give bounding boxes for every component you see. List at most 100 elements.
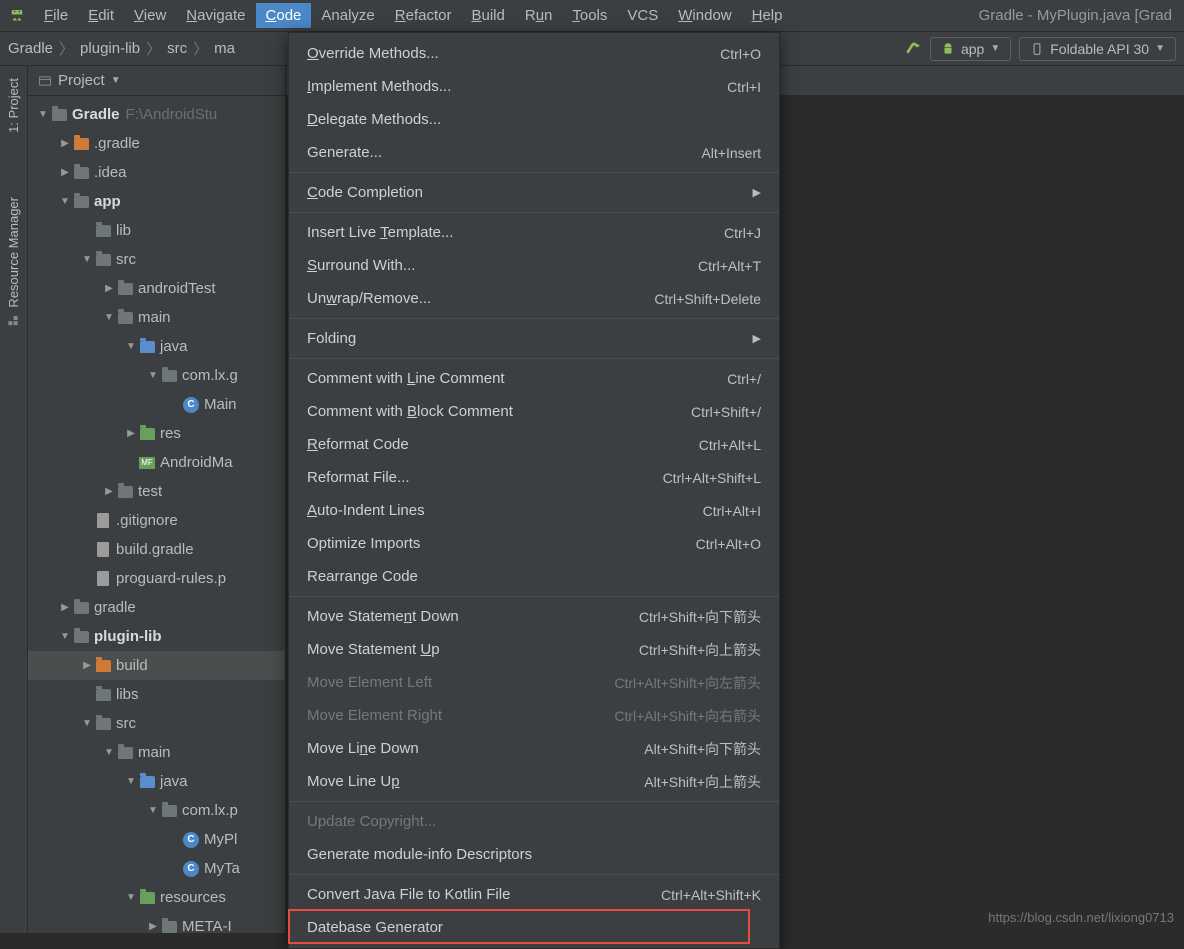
menu-window[interactable]: Window [668,3,741,28]
menu-vcs[interactable]: VCS [617,3,668,28]
tree-twisty-icon[interactable]: ▼ [80,718,94,729]
menu-help[interactable]: Help [742,3,793,28]
tree-node[interactable]: ▶META-I [28,912,285,933]
menu-item[interactable]: Rearrange Code [289,560,779,593]
menu-item[interactable]: Reformat CodeCtrl+Alt+L [289,428,779,461]
folder-icon [160,802,178,820]
menu-item[interactable]: Reformat File...Ctrl+Alt+Shift+L [289,461,779,494]
menu-analyze[interactable]: Analyze [311,3,384,28]
menu-build[interactable]: Build [461,3,514,28]
gutter-tab-resource-manager[interactable]: Resource Manager [4,191,23,334]
tree-node[interactable]: ▶res [28,419,285,448]
tree-twisty-icon[interactable]: ▼ [124,776,138,787]
tree-node[interactable]: ▼main [28,738,285,767]
tree-twisty-icon[interactable]: ▼ [58,631,72,642]
menu-item[interactable]: Generate module-info Descriptors [289,838,779,871]
tree-node[interactable]: ▶androidTest [28,274,285,303]
tree-twisty-icon[interactable]: ▶ [102,283,116,294]
submenu-arrow-icon: ▶ [753,332,761,345]
tree-node[interactable]: MFAndroidMa [28,448,285,477]
tree-node[interactable]: ▼java [28,332,285,361]
menu-item[interactable]: Implement Methods...Ctrl+I [289,70,779,103]
menu-code[interactable]: Code [256,3,312,28]
tree-node[interactable]: ▼com.lx.p [28,796,285,825]
tree-node[interactable]: proguard-rules.p [28,564,285,593]
menu-item[interactable]: Datebase Generator [289,911,779,944]
tree-node[interactable]: ▼GradleF:\AndroidStu [28,100,285,129]
menu-edit[interactable]: Edit [78,3,124,28]
menu-navigate[interactable]: Navigate [176,3,255,28]
tree-node[interactable]: ▼src [28,709,285,738]
tree-node[interactable]: ▶.gradle [28,129,285,158]
gutter-tab-project[interactable]: 1: Project [4,72,23,139]
menu-item[interactable]: Code Completion▶ [289,176,779,209]
tree-node[interactable]: .gitignore [28,506,285,535]
menu-item[interactable]: Comment with Block CommentCtrl+Shift+/ [289,395,779,428]
tree-node[interactable]: build.gradle [28,535,285,564]
menu-refactor[interactable]: Refactor [385,3,462,28]
menu-view[interactable]: View [124,3,176,28]
tree-twisty-icon[interactable]: ▼ [124,341,138,352]
project-tree[interactable]: ▼GradleF:\AndroidStu▶.gradle▶.idea▼appli… [28,96,285,933]
menu-item[interactable]: Move Line UpAlt+Shift+向上箭头 [289,765,779,798]
build-icon[interactable] [904,40,922,58]
run-configuration-selector[interactable]: app ▼ [930,37,1011,61]
breadcrumbs[interactable]: Gradle〉plugin-lib〉src〉ma [8,38,235,59]
tree-node[interactable]: ▼plugin-lib [28,622,285,651]
breadcrumb-item[interactable]: src [167,40,187,57]
breadcrumb-item[interactable]: Gradle [8,40,53,57]
tree-node[interactable]: ▼java [28,767,285,796]
tree-twisty-icon[interactable]: ▶ [58,167,72,178]
tree-twisty-icon[interactable]: ▶ [102,486,116,497]
tree-twisty-icon[interactable]: ▶ [80,660,94,671]
tree-node[interactable]: ▼resources [28,883,285,912]
chevron-down-icon[interactable]: ▼ [111,75,121,86]
breadcrumb-item[interactable]: ma [214,40,235,57]
tree-twisty-icon[interactable]: ▼ [102,312,116,323]
tree-twisty-icon[interactable]: ▼ [146,370,160,381]
tree-node[interactable]: ▼main [28,303,285,332]
menu-item[interactable]: Unwrap/Remove...Ctrl+Shift+Delete [289,282,779,315]
tree-node[interactable]: CMyPl [28,825,285,854]
tree-node[interactable]: ▼src [28,245,285,274]
tree-twisty-icon[interactable]: ▶ [58,138,72,149]
tree-node[interactable]: CMain [28,390,285,419]
tree-node[interactable]: ▼app [28,187,285,216]
tree-node[interactable]: ▶gradle [28,593,285,622]
tree-twisty-icon[interactable]: ▼ [124,892,138,903]
tree-twisty-icon[interactable]: ▶ [58,602,72,613]
tree-node[interactable]: ▶.idea [28,158,285,187]
tree-twisty-icon[interactable]: ▶ [124,428,138,439]
tree-node[interactable]: ▼com.lx.g [28,361,285,390]
menu-item[interactable]: Override Methods...Ctrl+O [289,37,779,70]
tree-node[interactable]: lib [28,216,285,245]
menu-item[interactable]: Auto-Indent LinesCtrl+Alt+I [289,494,779,527]
tree-twisty-icon[interactable]: ▼ [36,109,50,120]
menu-item[interactable]: Comment with Line CommentCtrl+/ [289,362,779,395]
menu-item[interactable]: Generate...Alt+Insert [289,136,779,169]
menu-item[interactable]: Move Statement UpCtrl+Shift+向上箭头 [289,633,779,666]
menu-item[interactable]: Optimize ImportsCtrl+Alt+O [289,527,779,560]
menu-file[interactable]: File [34,3,78,28]
menu-item[interactable]: Move Statement DownCtrl+Shift+向下箭头 [289,600,779,633]
tree-twisty-icon[interactable]: ▼ [80,254,94,265]
menu-item[interactable]: Convert Java File to Kotlin FileCtrl+Alt… [289,878,779,911]
device-selector[interactable]: Foldable API 30 ▼ [1019,37,1176,61]
tree-twisty-icon[interactable]: ▼ [146,805,160,816]
menu-item[interactable]: Delegate Methods... [289,103,779,136]
tree-twisty-icon[interactable]: ▼ [102,747,116,758]
menu-item[interactable]: Move Line DownAlt+Shift+向下箭头 [289,732,779,765]
tree-node[interactable]: ▶test [28,477,285,506]
menu-item[interactable]: Folding▶ [289,322,779,355]
tree-node[interactable]: libs [28,680,285,709]
tree-node[interactable]: CMyTa [28,854,285,883]
menu-item[interactable]: Insert Live Template...Ctrl+J [289,216,779,249]
breadcrumb-item[interactable]: plugin-lib [80,40,140,57]
tree-twisty-icon[interactable]: ▶ [146,921,160,932]
tree-twisty-icon[interactable]: ▼ [58,196,72,207]
tree-node[interactable]: ▶build [28,651,285,680]
menu-run[interactable]: Run [515,3,563,28]
menu-item[interactable]: Surround With...Ctrl+Alt+T [289,249,779,282]
project-panel-header[interactable]: Project ▼ [28,66,285,96]
menu-tools[interactable]: Tools [562,3,617,28]
